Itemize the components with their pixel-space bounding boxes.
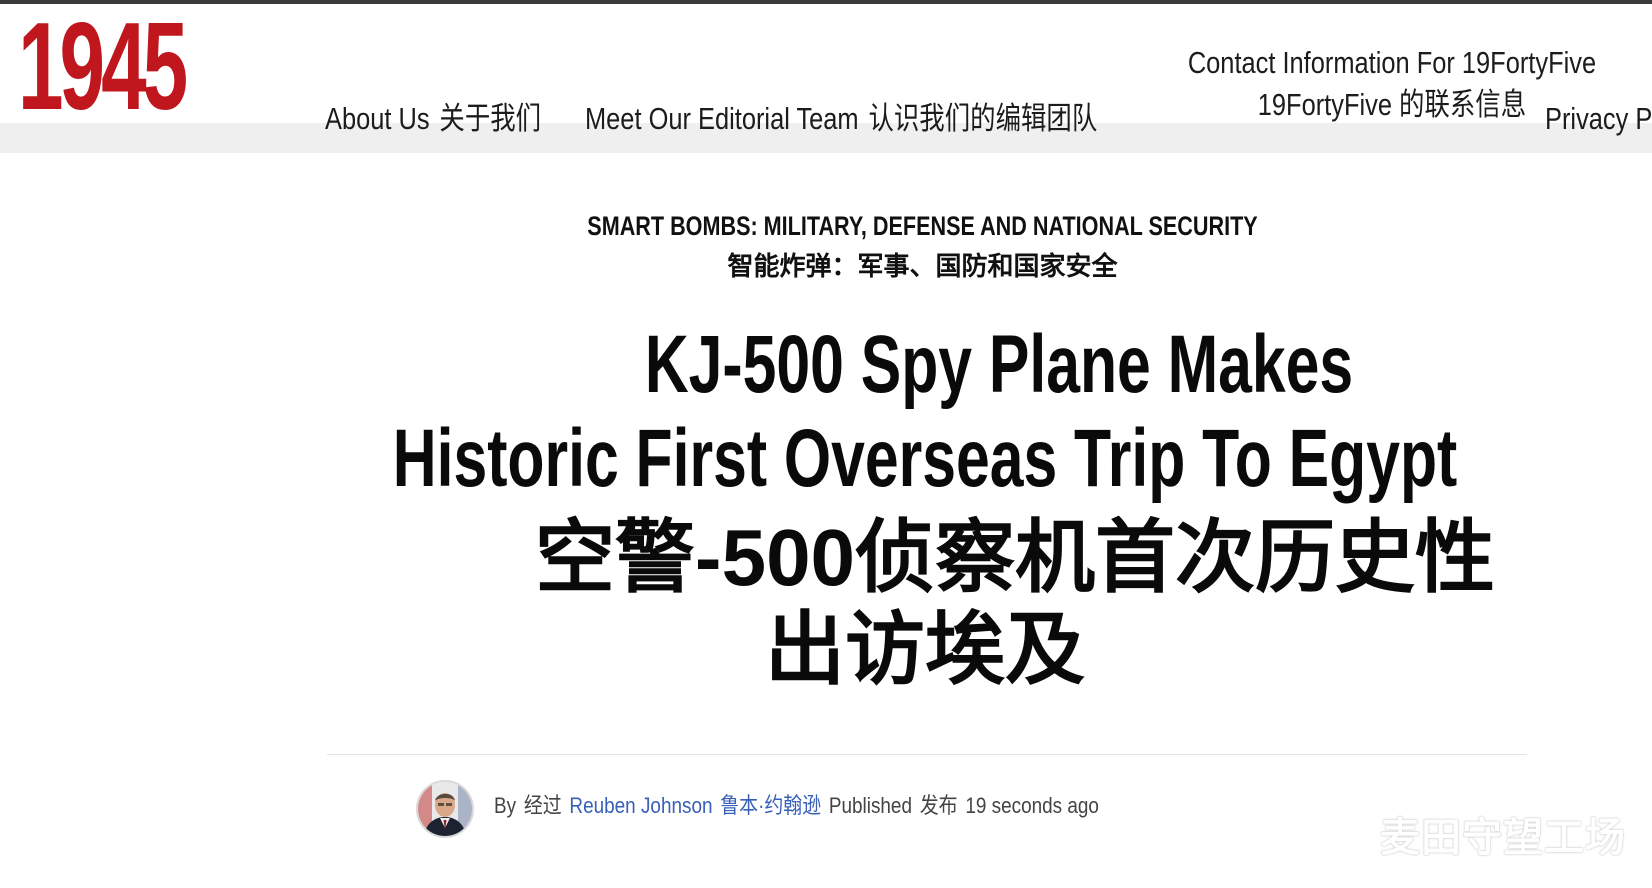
published-time: 19 seconds ago <box>965 793 1099 818</box>
title-divider <box>327 754 1527 755</box>
byline-by-en: By <box>494 793 517 818</box>
author-name-zh: 鲁本·约翰逊 <box>720 793 822 818</box>
category-label-zh: 智能炸弹：军事、国防和国家安全 <box>727 251 1118 281</box>
nav-link-privacy-policy[interactable]: Privacy Po <box>1545 103 1652 134</box>
article-title-zh: 空警-500侦察机首次历史性 出访埃及 <box>0 512 1652 696</box>
article-category[interactable]: SMART BOMBS: MILITARY, DEFENSE AND NATIO… <box>0 211 1652 281</box>
nav-contact-label-en: Contact Information For 19FortyFive <box>1187 45 1597 80</box>
nav-link-editorial-team[interactable]: Meet Our Editorial Team 认识我们的编辑团队 <box>585 103 1210 134</box>
article-byline: By 经过 Reuben Johnson 鲁本·约翰逊 Published 发布 19 se… <box>494 795 1197 817</box>
watermark-text: 麦田守望工场 <box>1380 815 1626 861</box>
byline-published-en: Published <box>828 793 912 818</box>
category-label-en: SMART BOMBS: MILITARY, DEFENSE AND NATIO… <box>587 211 1258 241</box>
nav-about-label-en: About Us <box>325 101 430 136</box>
nav-contact-label-zh: 19FortyFive 的联系信息 <box>1257 87 1527 122</box>
author-avatar[interactable] <box>416 780 474 838</box>
article-title-en-line2: Historic First Overseas Trip To Egypt <box>392 413 1458 504</box>
nav-link-about-us[interactable]: About Us 关于我们 <box>325 103 589 134</box>
article-title-en: KJ-500 Spy Plane Makes Historic First Ov… <box>241 318 1610 506</box>
byline-published-zh: 发布 <box>919 793 958 818</box>
site-logo[interactable]: 1945 <box>18 5 188 129</box>
nav-privacy-label-en: Privacy Po <box>1545 101 1652 136</box>
article-title-en-line1: KJ-500 Spy Plane Makes <box>644 319 1354 410</box>
article-title: KJ-500 Spy Plane Makes Historic First Ov… <box>0 318 1652 696</box>
byline-by-zh: 经过 <box>523 793 562 818</box>
nav-about-label-zh: 关于我们 <box>439 101 542 136</box>
nav-team-label-en: Meet Our Editorial Team <box>585 101 859 136</box>
article-title-zh-line1: 空警-500侦察机首次历史性 <box>534 513 1496 602</box>
author-photo-icon <box>418 782 472 836</box>
article-title-zh-line2: 出访埃及 <box>765 605 1085 694</box>
author-link[interactable]: Reuben Johnson 鲁本·约翰逊 <box>569 793 821 818</box>
nav-team-label-zh: 认识我们的编辑团队 <box>868 101 1098 136</box>
author-name-en: Reuben Johnson <box>569 793 713 818</box>
top-border-strip <box>0 0 1652 4</box>
